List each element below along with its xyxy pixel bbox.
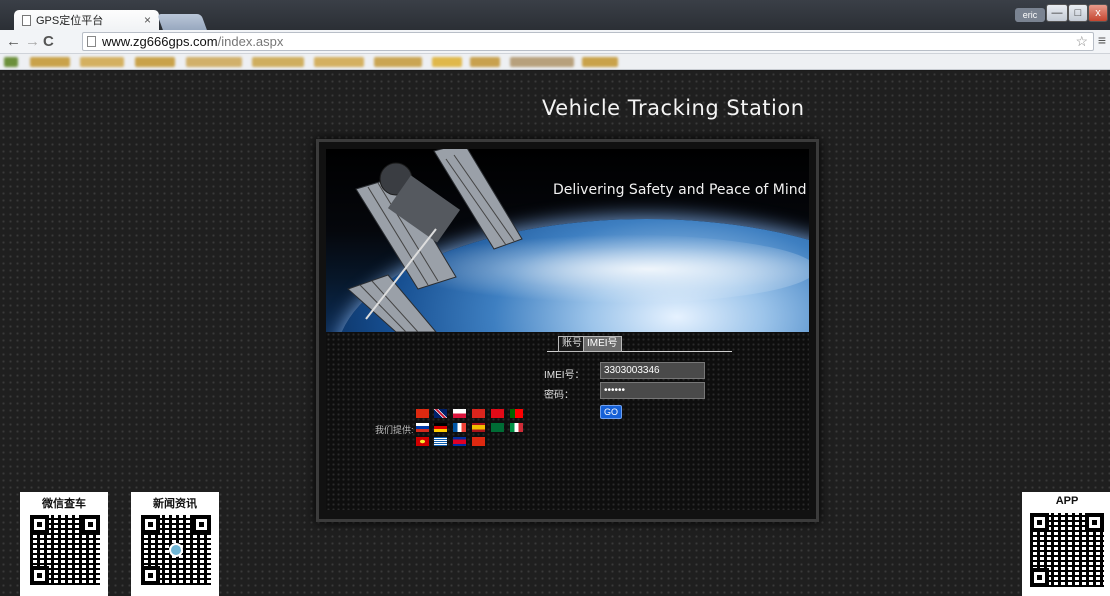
app-qr-card: APP bbox=[1022, 492, 1110, 596]
flag-portugal-icon[interactable] bbox=[510, 409, 523, 418]
forward-arrow-icon[interactable]: → bbox=[25, 33, 40, 50]
bookmark-item[interactable] bbox=[80, 57, 124, 67]
bookmark-item[interactable] bbox=[432, 57, 462, 67]
qr-finder bbox=[81, 515, 100, 534]
page-icon bbox=[87, 36, 96, 47]
flag-saudi-arabia-icon[interactable] bbox=[491, 423, 504, 432]
imei-label: IMEI号： bbox=[544, 370, 585, 381]
flag-turkey-icon[interactable] bbox=[491, 409, 504, 418]
qr-logo-icon bbox=[169, 543, 183, 557]
wechat-qr-code[interactable] bbox=[30, 515, 100, 585]
bookmark-item[interactable] bbox=[374, 57, 422, 67]
login-form: 账号 IMEI号 IMEI号： 密码： GO 我们提供: bbox=[326, 332, 809, 510]
qr-finder bbox=[141, 566, 160, 585]
go-button[interactable]: GO bbox=[600, 405, 622, 419]
tab-account[interactable]: 账号 bbox=[558, 336, 586, 352]
wechat-qr-title: 微信查车 bbox=[42, 498, 86, 510]
login-tabs: 账号 IMEI号 bbox=[547, 334, 732, 352]
flag-cambodia-icon[interactable] bbox=[453, 437, 466, 446]
news-qr-title: 新闻资讯 bbox=[153, 498, 197, 510]
browser-menu-icon[interactable]: ≡ bbox=[1098, 32, 1106, 48]
qr-finder bbox=[1085, 513, 1104, 532]
tab-close-icon[interactable]: × bbox=[144, 13, 151, 27]
password-label: 密码： bbox=[544, 390, 574, 401]
flag-hong-kong-icon[interactable] bbox=[472, 437, 485, 446]
qr-finder bbox=[30, 566, 49, 585]
qr-finder bbox=[141, 515, 160, 534]
flag-italy-icon[interactable] bbox=[510, 423, 523, 432]
app-qr-title: APP bbox=[1055, 495, 1079, 507]
tab-title: GPS定位平台 bbox=[36, 15, 104, 27]
maximize-button[interactable]: □ bbox=[1068, 4, 1088, 22]
back-arrow-icon[interactable]: ← bbox=[6, 33, 21, 50]
bookmark-item[interactable] bbox=[30, 57, 70, 67]
language-label: 我们提供: bbox=[375, 425, 414, 435]
qr-finder bbox=[1030, 513, 1049, 532]
minimize-button[interactable]: — bbox=[1046, 4, 1068, 22]
flag-china-icon[interactable] bbox=[416, 409, 429, 418]
hero-banner: Delivering Safety and Peace of Mind bbox=[326, 149, 809, 332]
imei-input[interactable] bbox=[600, 362, 705, 379]
tagline: Delivering Safety and Peace of Mind bbox=[553, 182, 807, 198]
news-qr-code[interactable] bbox=[141, 515, 211, 585]
flag-france-icon[interactable] bbox=[453, 423, 466, 432]
bookmarks-bar bbox=[0, 54, 1110, 70]
flag-russia-icon[interactable] bbox=[416, 423, 429, 432]
flag-spain-icon[interactable] bbox=[472, 423, 485, 432]
new-tab-button[interactable] bbox=[157, 14, 207, 30]
flag-poland-icon[interactable] bbox=[453, 409, 466, 418]
bookmark-item[interactable] bbox=[470, 57, 500, 67]
flag-germany-icon[interactable] bbox=[434, 423, 447, 432]
profile-badge[interactable]: eric bbox=[1015, 8, 1045, 22]
bookmark-item[interactable] bbox=[135, 57, 175, 67]
flag-vietnam-icon[interactable] bbox=[472, 409, 485, 418]
page-icon bbox=[22, 14, 31, 26]
qr-finder bbox=[1030, 568, 1049, 587]
apps-icon[interactable] bbox=[4, 57, 18, 67]
site-title: Vehicle Tracking Station bbox=[542, 96, 805, 120]
url-host: www.zg666gps.com bbox=[102, 34, 218, 49]
bookmark-item[interactable] bbox=[510, 57, 574, 67]
bookmark-item[interactable] bbox=[186, 57, 242, 67]
close-window-button[interactable]: x bbox=[1088, 4, 1108, 22]
wechat-qr-card: 微信查车 bbox=[20, 492, 108, 596]
bookmark-item[interactable] bbox=[582, 57, 618, 67]
address-bar[interactable]: www.zg666gps.com /index.aspx bbox=[82, 32, 1094, 51]
url-path: /index.aspx bbox=[217, 34, 284, 49]
flag-macedonia-icon[interactable] bbox=[416, 437, 429, 446]
reload-icon[interactable]: C bbox=[43, 33, 54, 50]
page-body: Vehicle Tracking Station Delivering Safe… bbox=[0, 71, 1110, 596]
bookmark-star-icon[interactable]: ☆ bbox=[1075, 33, 1088, 50]
password-input[interactable] bbox=[600, 382, 705, 399]
flag-greece-icon[interactable] bbox=[434, 437, 447, 446]
browser-tab[interactable]: GPS定位平台 × bbox=[14, 10, 159, 30]
qr-finder bbox=[30, 515, 49, 534]
qr-finder bbox=[192, 515, 211, 534]
bookmark-item[interactable] bbox=[252, 57, 304, 67]
browser-toolbar: ← → C www.zg666gps.com /index.aspx ☆ ≡ bbox=[0, 30, 1110, 54]
flag-uk-icon[interactable] bbox=[434, 409, 447, 418]
bookmark-item[interactable] bbox=[314, 57, 364, 67]
tab-imei[interactable]: IMEI号 bbox=[583, 336, 622, 352]
browser-titlebar: GPS定位平台 × eric — □ x bbox=[0, 0, 1110, 30]
news-qr-card: 新闻资讯 bbox=[131, 492, 219, 596]
satellite-image bbox=[347, 149, 523, 332]
app-qr-code[interactable] bbox=[1030, 513, 1104, 587]
login-panel: Delivering Safety and Peace of Mind 账号 I… bbox=[316, 139, 819, 522]
